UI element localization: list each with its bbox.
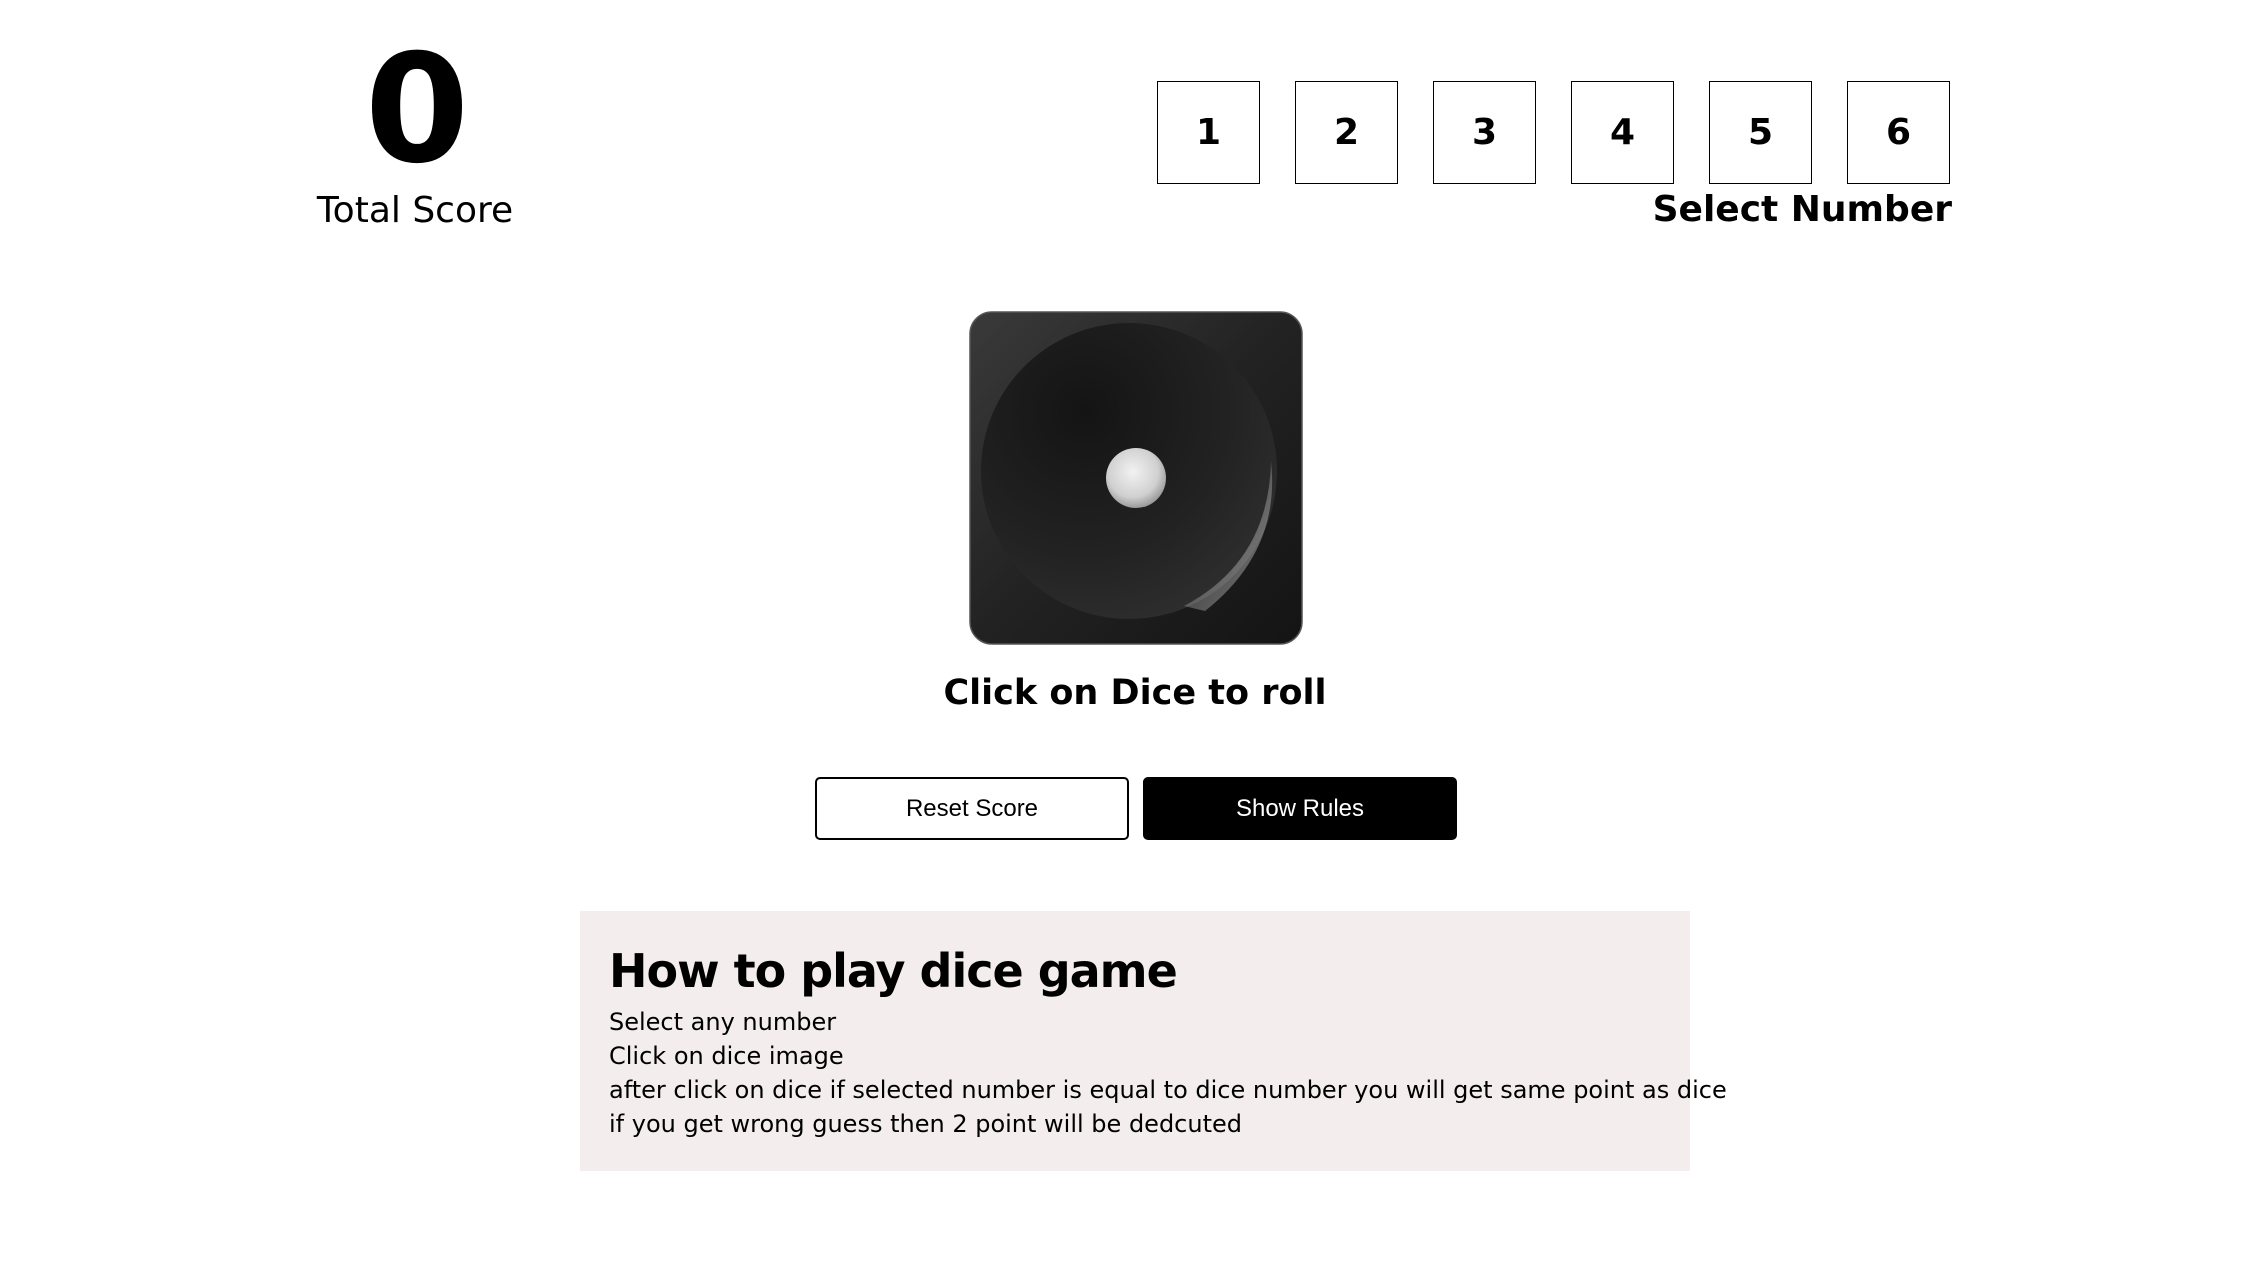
rules-line: Click on dice image — [609, 1042, 844, 1070]
rules-line: if you get wrong guess then 2 point will… — [609, 1110, 1242, 1138]
roll-instruction: Click on Dice to roll — [943, 673, 1327, 713]
number-selector: 1 2 3 4 5 6 — [1157, 81, 1952, 185]
number-option-1[interactable]: 1 — [1157, 81, 1260, 184]
reset-score-button[interactable]: Reset Score — [815, 777, 1129, 840]
rules-title: How to play dice game — [609, 944, 1178, 998]
number-option-4[interactable]: 4 — [1571, 81, 1674, 184]
number-option-6[interactable]: 6 — [1847, 81, 1950, 184]
number-option-5[interactable]: 5 — [1709, 81, 1812, 184]
select-number-label: Select Number — [1652, 189, 1952, 230]
rules-line: after click on dice if selected number i… — [609, 1076, 1727, 1104]
total-score-block: 0 Total Score — [270, 35, 560, 233]
rules-panel: How to play dice game Select any number … — [580, 911, 1727, 1171]
show-rules-button[interactable]: Show Rules — [1143, 777, 1457, 840]
total-score-value: 0 — [364, 23, 469, 197]
dice-image[interactable] — [969, 311, 1303, 645]
dice-pip — [1106, 448, 1166, 508]
number-option-2[interactable]: 2 — [1295, 81, 1398, 184]
rules-line: Select any number — [609, 1008, 837, 1036]
total-score-label: Total Score — [316, 190, 514, 231]
number-option-3[interactable]: 3 — [1433, 81, 1536, 184]
dice-game-page: 0 Total Score 1 2 3 4 5 6 Select Number — [0, 0, 2260, 1272]
